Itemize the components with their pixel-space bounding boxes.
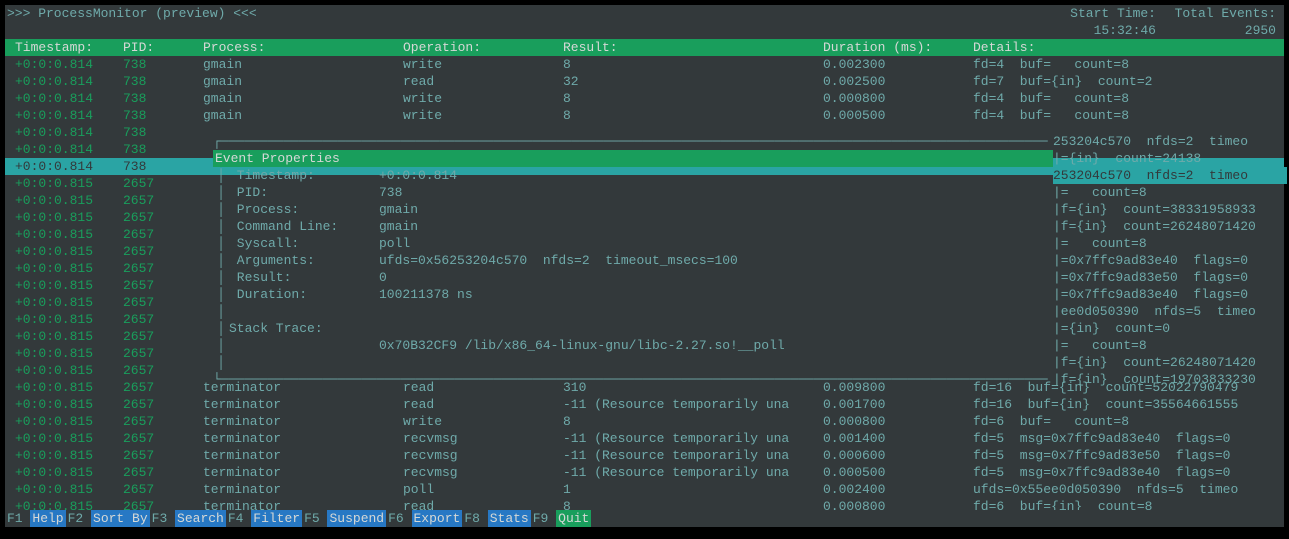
detail-fragment: |f={in} count=26248071420	[1053, 354, 1287, 371]
popup-title: Event Properties	[213, 150, 1053, 167]
popup-blank2: │	[213, 354, 1053, 371]
popup-field: │ Arguments:ufds=0x56253204c570 nfds=2 t…	[213, 252, 1053, 269]
col-result[interactable]: Result:	[563, 39, 823, 56]
function-key-bar[interactable]: F1 HelpF2 Sort ByF3 SearchF4 FilterF5 Su…	[5, 510, 1284, 527]
detail-fragment: 253204c570 nfds=2 timeo	[1053, 133, 1287, 150]
start-time-value: 15:32:46	[1014, 22, 1164, 39]
fkey-label-quit[interactable]: Quit	[556, 510, 591, 527]
table-row[interactable]: +0:0:0.814738gmainwrite80.002300fd=4 buf…	[5, 56, 1284, 73]
start-time-label: Start Time:	[1014, 5, 1164, 22]
popup-border-top: ┌───────────────────────────────────────…	[213, 133, 1053, 150]
popup-stack-line: │0x70B32CF9 /lib/x86_64-linux-gnu/libc-2…	[213, 337, 1053, 354]
fkey-f9: F9	[531, 510, 556, 527]
col-pid[interactable]: PID:	[123, 39, 203, 56]
detail-fragment: |={in} count=24138	[1053, 150, 1287, 167]
table-row[interactable]: +0:0:0.8152657terminatorwrite80.000800fd…	[5, 413, 1284, 430]
detail-fragment: |=0x7ffc9ad83e40 flags=0	[1053, 286, 1287, 303]
popup-field: │ Process:gmain	[213, 201, 1053, 218]
event-properties-popup: ┌───────────────────────────────────────…	[213, 133, 1053, 388]
table-row[interactable]: +0:0:0.814738gmainwrite80.000500fd=4 buf…	[5, 107, 1284, 124]
detail-fragment: |=0x7ffc9ad83e40 flags=0	[1053, 252, 1287, 269]
popup-blank: │	[213, 303, 1053, 320]
popup-field: │ Syscall:poll	[213, 235, 1053, 252]
detail-fragment: |=0x7ffc9ad83e50 flags=0	[1053, 269, 1287, 286]
fkey-f5: F5	[302, 510, 327, 527]
table-row[interactable]: +0:0:0.814738gmainread320.002500fd=7 buf…	[5, 73, 1284, 90]
detail-fragment: |f={in} count=19703833230	[1053, 371, 1287, 388]
col-process[interactable]: Process:	[203, 39, 403, 56]
fkey-f2: F2	[66, 510, 91, 527]
table-row[interactable]: +0:0:0.8152657terminatorread-11 (Resourc…	[5, 396, 1284, 413]
title-bar-values: 15:32:46 2950	[5, 22, 1284, 39]
table-row[interactable]: +0:0:0.8152657terminatorrecvmsg-11 (Reso…	[5, 464, 1284, 481]
fkey-label-suspend[interactable]: Suspend	[327, 510, 386, 527]
total-events-value: 2950	[1164, 22, 1284, 39]
fkey-f1: F1	[5, 510, 30, 527]
detail-fragment: |= count=8	[1053, 337, 1287, 354]
popup-field: │ PID:738	[213, 184, 1053, 201]
popup-border-bot: └───────────────────────────────────────…	[213, 371, 1053, 388]
terminal-window: >>> ProcessMonitor (preview) <<< Start T…	[5, 5, 1284, 527]
total-events-label: Total Events:	[1164, 5, 1284, 22]
fkey-f4: F4	[226, 510, 251, 527]
table-row[interactable]: +0:0:0.814738gmainwrite80.000800fd=4 buf…	[5, 90, 1284, 107]
details-right-fragments: 253204c570 nfds=2 timeo|={in} count=2413…	[1053, 133, 1287, 388]
popup-stack-label: │Stack Trace:	[213, 320, 1053, 337]
fkey-label-sort-by[interactable]: Sort By	[91, 510, 150, 527]
table-row[interactable]: +0:0:0.8152657terminatorrecvmsg-11 (Reso…	[5, 447, 1284, 464]
app-title: >>> ProcessMonitor (preview) <<<	[5, 5, 257, 22]
fkey-label-help[interactable]: Help	[30, 510, 65, 527]
detail-fragment: |={in} count=0	[1053, 320, 1287, 337]
table-row[interactable]: +0:0:0.8152657terminatorrecvmsg-11 (Reso…	[5, 430, 1284, 447]
detail-fragment: |= count=8	[1053, 184, 1287, 201]
fkey-label-stats[interactable]: Stats	[488, 510, 531, 527]
fkey-label-export[interactable]: Export	[412, 510, 463, 527]
popup-field: │ Result:0	[213, 269, 1053, 286]
detail-fragment: 253204c570 nfds=2 timeo	[1053, 167, 1287, 184]
fkey-label-filter[interactable]: Filter	[251, 510, 302, 527]
detail-fragment: |f={in} count=26248071420	[1053, 218, 1287, 235]
column-headers[interactable]: Timestamp: PID: Process: Operation: Resu…	[5, 39, 1284, 56]
col-operation[interactable]: Operation:	[403, 39, 563, 56]
col-duration[interactable]: Duration (ms):	[823, 39, 973, 56]
title-bar: >>> ProcessMonitor (preview) <<< Start T…	[5, 5, 1284, 22]
detail-fragment: |f={in} count=38331958933	[1053, 201, 1287, 218]
fkey-label-search[interactable]: Search	[175, 510, 226, 527]
popup-field: │ Timestamp:+0:0:0.814	[213, 167, 1053, 184]
detail-fragment: |ee0d050390 nfds=5 timeo	[1053, 303, 1287, 320]
table-row[interactable]: +0:0:0.8152657terminatorpoll10.002400ufd…	[5, 481, 1284, 498]
popup-field: │ Command Line:gmain	[213, 218, 1053, 235]
col-details[interactable]: Details:	[973, 39, 1284, 56]
fkey-f8: F8	[462, 510, 487, 527]
fkey-f3: F3	[150, 510, 175, 527]
col-timestamp[interactable]: Timestamp:	[5, 39, 123, 56]
fkey-f6: F6	[386, 510, 411, 527]
popup-field: │ Duration:100211378 ns	[213, 286, 1053, 303]
detail-fragment: |= count=8	[1053, 235, 1287, 252]
